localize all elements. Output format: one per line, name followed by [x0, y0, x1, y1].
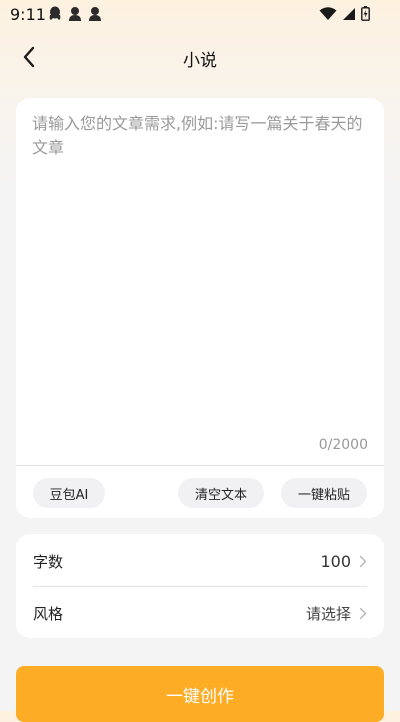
person-icon — [89, 7, 101, 21]
qq-icon — [49, 6, 61, 20]
status-time: 9:11 — [10, 5, 46, 24]
system-icons — [319, 6, 370, 21]
signal-icon — [343, 7, 355, 20]
one-click-create-button[interactable]: 一键创作 — [16, 666, 384, 722]
char-counter: 0/2000 — [318, 437, 368, 453]
battery-icon — [361, 6, 370, 21]
clear-text-button[interactable]: 清空文本 — [178, 478, 264, 508]
page-title: 小说 — [183, 51, 217, 71]
settings-divider — [33, 586, 367, 587]
doubao-ai-button[interactable]: 豆包AI — [33, 478, 105, 508]
wifi-icon — [319, 6, 337, 20]
settings-card: 字数 100 风格 请选择 — [16, 534, 384, 638]
word-count-value: 100 — [320, 551, 351, 571]
editor-card: 0/2000 豆包AI 清空文本 一键粘贴 — [16, 98, 384, 518]
style-label: 风格 — [33, 604, 64, 623]
article-prompt-input[interactable] — [32, 112, 368, 432]
chevron-right-icon — [359, 607, 367, 619]
editor-divider — [16, 465, 384, 466]
word-count-value-group: 100 — [320, 552, 367, 571]
style-row[interactable]: 风格 请选择 — [33, 588, 367, 638]
chevron-right-icon — [359, 555, 367, 567]
word-count-row[interactable]: 字数 100 — [33, 536, 367, 586]
word-count-label: 字数 — [33, 552, 64, 571]
paste-button[interactable]: 一键粘贴 — [281, 478, 367, 508]
style-value-group: 请选择 — [306, 603, 367, 624]
header: 小说 — [0, 36, 400, 80]
notification-icons — [48, 6, 102, 22]
status-bar: 9:11 — [0, 0, 400, 28]
style-select-placeholder: 请选择 — [305, 604, 351, 623]
person-icon — [69, 7, 81, 21]
